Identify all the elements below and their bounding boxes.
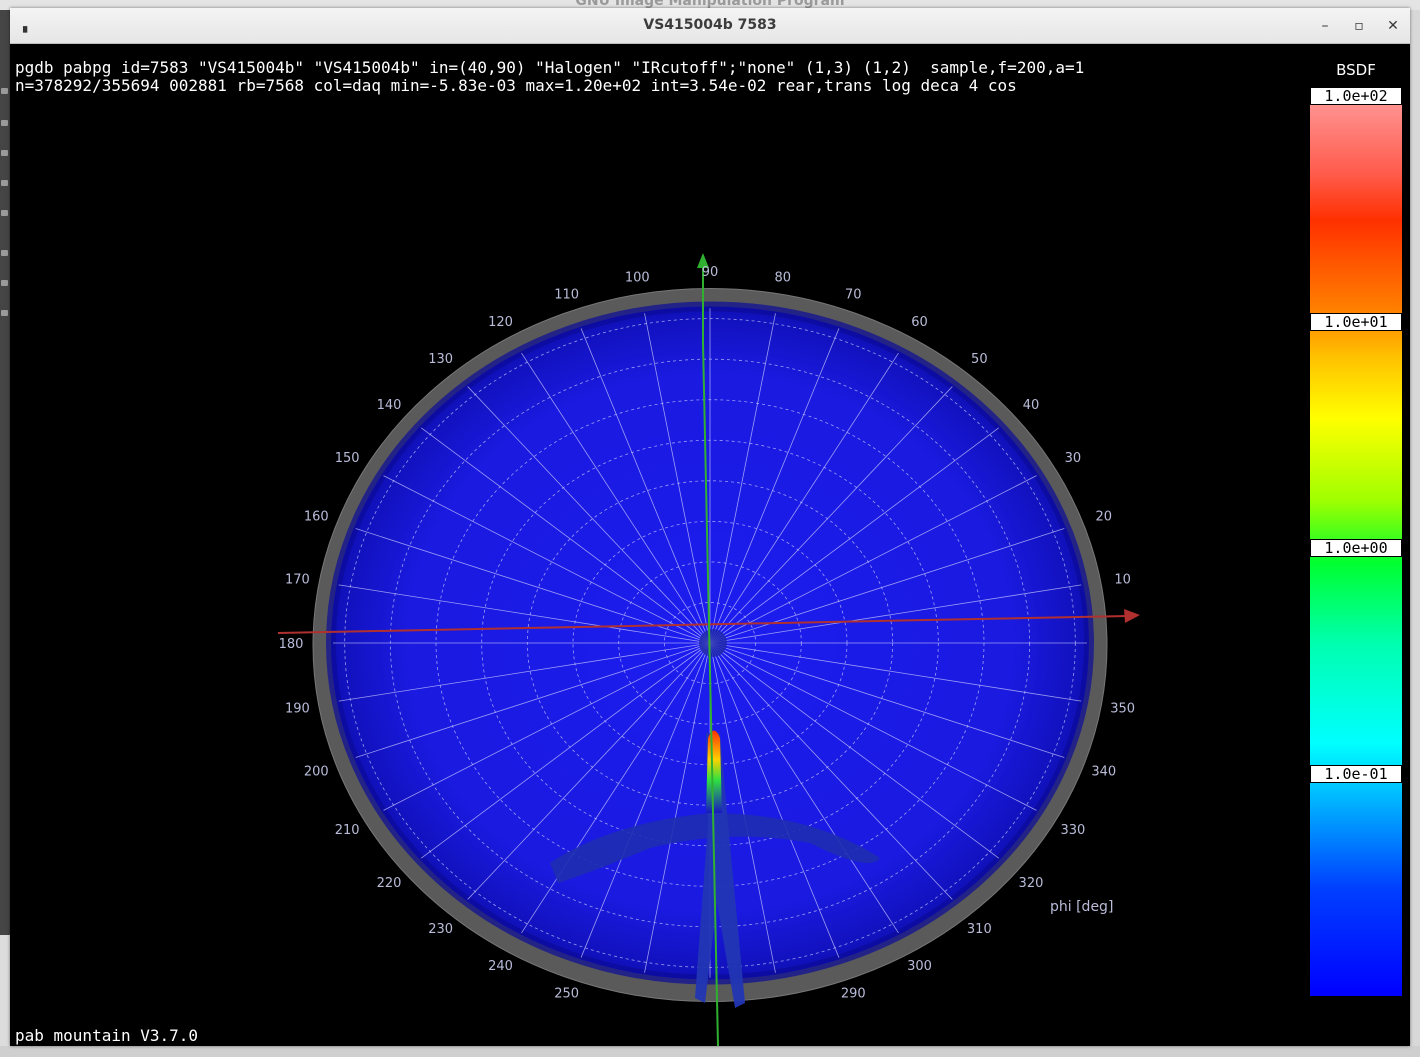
- colorbar-label-2: 1.0e+01: [1310, 313, 1402, 331]
- tick-label-340: 340: [1091, 764, 1116, 779]
- phi-axis-label: phi [deg]: [1050, 899, 1113, 915]
- tick-label-90: 90: [702, 265, 719, 280]
- tick-label-310: 310: [967, 922, 992, 937]
- app-window: ▖ VS415004b 7583 – ▫ ✕ pgdb pabpg id=758…: [10, 8, 1410, 1046]
- plot-canvas[interactable]: pgdb pabpg id=7583 "VS415004b" "VS415004…: [10, 43, 1410, 1046]
- tick-label-20: 20: [1095, 510, 1112, 525]
- center-spot: [699, 629, 727, 657]
- tick-label-40: 40: [1023, 398, 1040, 413]
- x-axis-arrow: [1124, 609, 1140, 623]
- tick-label-80: 80: [774, 271, 791, 286]
- tick-label-350: 350: [1110, 702, 1135, 717]
- tick-label-190: 190: [285, 702, 310, 717]
- tick-label-110: 110: [554, 287, 579, 302]
- tick-label-120: 120: [488, 315, 513, 330]
- tick-label-170: 170: [285, 572, 310, 587]
- tick-label-250: 250: [554, 987, 579, 1002]
- tick-label-290: 290: [841, 987, 866, 1002]
- window-titlebar[interactable]: ▖ VS415004b 7583 – ▫ ✕: [10, 8, 1410, 44]
- tick-label-180: 180: [279, 637, 304, 652]
- tick-label-230: 230: [428, 922, 453, 937]
- tick-label-10: 10: [1114, 572, 1131, 587]
- version-label: pab mountain V3.7.0: [15, 1026, 199, 1045]
- tick-label-240: 240: [488, 959, 513, 974]
- window-title: VS415004b 7583: [643, 17, 777, 33]
- colorbar-label-max: 1.0e+02: [1310, 87, 1402, 105]
- tick-label-200: 200: [304, 764, 329, 779]
- tick-label-150: 150: [335, 451, 360, 466]
- tick-label-30: 30: [1065, 451, 1082, 466]
- tick-label-220: 220: [377, 876, 402, 891]
- tick-label-70: 70: [845, 287, 862, 302]
- tick-label-100: 100: [625, 271, 650, 286]
- bsdf-specular-peak: [706, 730, 722, 813]
- tick-label-50: 50: [971, 352, 988, 367]
- tick-label-160: 160: [304, 510, 329, 525]
- colorbar-title: BSDF: [1336, 61, 1376, 79]
- tick-label-60: 60: [911, 315, 928, 330]
- tick-label-210: 210: [335, 823, 360, 838]
- tick-label-320: 320: [1019, 876, 1044, 891]
- tick-label-300: 300: [907, 959, 932, 974]
- colorbar-label-4: 1.0e-01: [1310, 765, 1402, 783]
- background-toolbox: [0, 10, 10, 935]
- tick-label-140: 140: [377, 398, 402, 413]
- background-statusbar: [0, 1046, 1420, 1057]
- maximize-button[interactable]: ▫: [1349, 16, 1369, 36]
- colorbar-label-3: 1.0e+00: [1310, 539, 1402, 557]
- polar-plot[interactable]: 10 20 30 40 50 60 70 80 90 100 110 120 130 140 150 160 1…: [10, 43, 1300, 1046]
- minimize-button[interactable]: –: [1315, 16, 1335, 36]
- background-window-edge: [1410, 10, 1420, 1057]
- tick-label-130: 130: [428, 352, 453, 367]
- close-button[interactable]: ✕: [1383, 16, 1403, 36]
- tick-label-330: 330: [1060, 823, 1085, 838]
